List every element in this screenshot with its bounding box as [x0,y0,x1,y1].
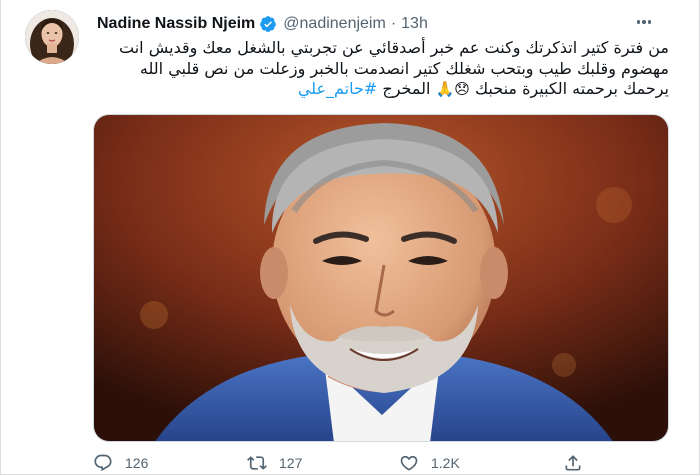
tweet-header: Nadine Nassib Njeim @nadinenjeim · 13h [97,14,428,34]
avatar-photo [25,10,79,64]
verified-badge-icon [260,16,277,32]
retweet-count: 127 [279,455,303,471]
share-icon [565,455,581,471]
tweet-text-line-2: مهضوم وقلبك طيب وبتحب شغلك كتير انصدمت ب… [139,58,669,78]
tweet-text: من فترة كتير اتذكرتك وكنت عم خبر أصدقائي… [97,38,669,100]
retweet-icon [247,456,267,470]
reply-count: 126 [125,455,149,471]
author-name[interactable]: Nadine Nassib Njeim [97,15,255,33]
tweet-text-line-3-suffix: المخرج [382,79,431,98]
tweet-text-line-3: يرحمك برحمته الكبيرة منحبك 😞🙏 المخرج #حا… [97,79,669,100]
tweet-card[interactable]: Nadine Nassib Njeim @nadinenjeim · 13h م… [0,0,700,475]
avatar[interactable] [25,10,79,64]
tweet-photo[interactable] [93,114,669,442]
portrait-photo [94,115,668,441]
tweet-text-line-3-main: يرحمك برحمته الكبيرة منحبك [474,79,669,98]
reply-icon [94,454,112,472]
retweet-button[interactable]: 127 [247,452,302,474]
tweet-actions: 126 127 1.2K [93,452,593,474]
more-options-icon[interactable] [631,12,657,32]
tweet-text-line-1: من فترة كتير اتذكرتك وكنت عم خبر أصدقائي… [119,38,669,57]
separator-dot: · [390,15,397,32]
emoji-sad-praying: 😞🙏 [435,80,470,98]
heart-icon [400,455,418,471]
reply-button[interactable]: 126 [93,452,148,474]
hashtag-link[interactable]: #حاتم_علي [298,79,377,98]
share-button[interactable] [563,452,583,474]
like-count: 1.2K [431,455,460,471]
tweet-timestamp[interactable]: 13h [401,15,428,33]
author-handle[interactable]: @nadinenjeim [283,15,386,33]
like-button[interactable]: 1.2K [399,452,460,474]
